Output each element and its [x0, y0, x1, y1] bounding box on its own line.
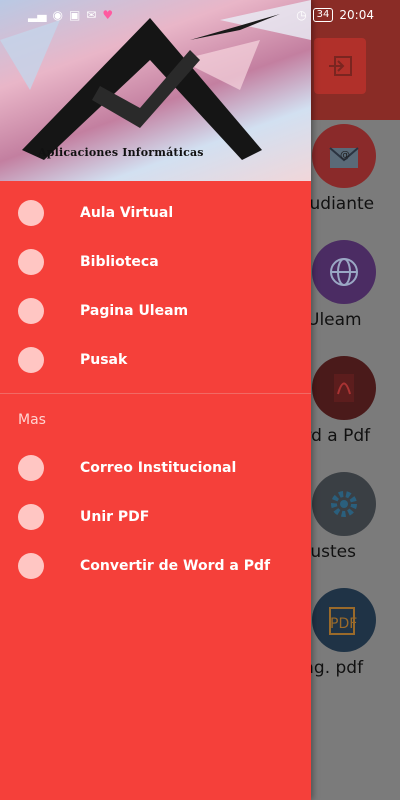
menu-bullet-icon [18, 347, 44, 373]
menu-bullet-icon [18, 200, 44, 226]
pdf-pages-icon: PDF [312, 588, 376, 652]
mail-icon: ✉ [86, 8, 97, 22]
battery-indicator: 34 [312, 8, 334, 22]
menu-item-correo-institucional[interactable]: Correo Institucional [0, 445, 311, 491]
menu-item-label: Pagina Uleam [80, 303, 189, 319]
home-item-pag-pdf[interactable]: PDF Pag. pdf [294, 588, 400, 678]
home-item-ajustes[interactable]: Ajustes [294, 472, 400, 562]
wifi-icon: ◉ [52, 8, 63, 22]
section-title-mas: Mas [18, 412, 46, 428]
pdf-icon [312, 356, 376, 420]
email-icon: @ [312, 124, 376, 188]
menu-bullet-icon [18, 553, 44, 579]
home-item-puleam[interactable]: P.Uleam [294, 240, 400, 330]
app-notification-icon: ♥ [102, 8, 114, 22]
gear-icon [312, 472, 376, 536]
logout-icon [329, 56, 352, 76]
menu-item-label: Pusak [80, 352, 128, 368]
alarm-icon: ◷ [296, 8, 307, 22]
globe-icon [312, 240, 376, 304]
menu-bullet-icon [18, 249, 44, 275]
menu-item-biblioteca[interactable]: Biblioteca [0, 239, 311, 285]
menu-bullet-icon [18, 455, 44, 481]
menu-divider [0, 393, 311, 394]
menu-item-label: Aula Virtual [80, 205, 174, 221]
header-caption: Aplicaciones Informáticas [38, 146, 204, 159]
signal-icon: ▂▄ [28, 8, 47, 22]
logout-button[interactable] [314, 38, 366, 94]
menu-item-label: Unir PDF [80, 509, 150, 525]
navigation-drawer: Aplicaciones Informáticas Aula Virtual B… [0, 0, 311, 800]
menu-item-label: Correo Institucional [80, 460, 237, 476]
menu-item-unir-pdf[interactable]: Unir PDF [0, 494, 311, 540]
menu-item-label: Convertir de Word a Pdf [80, 558, 271, 574]
home-item-word-pdf[interactable]: ord a Pdf [294, 356, 400, 446]
menu-item-convertir-word-pdf[interactable]: Convertir de Word a Pdf [0, 543, 311, 589]
home-item-estudiante[interactable]: @ studiante [294, 124, 400, 214]
clock: 20:04 [339, 8, 374, 22]
gallery-icon: ▣ [68, 8, 81, 22]
svg-text:@: @ [340, 150, 350, 161]
menu-bullet-icon [18, 298, 44, 324]
status-bar: ▂▄ ◉ ▣ ✉ ♥ ◷ 34 20:04 [0, 0, 400, 30]
menu-item-aula-virtual[interactable]: Aula Virtual [0, 190, 311, 236]
menu-bullet-icon [18, 504, 44, 530]
menu-item-pusak[interactable]: Pusak [0, 337, 311, 383]
svg-text:PDF: PDF [330, 616, 357, 632]
menu-item-label: Biblioteca [80, 254, 159, 270]
menu-item-pagina-uleam[interactable]: Pagina Uleam [0, 288, 311, 334]
